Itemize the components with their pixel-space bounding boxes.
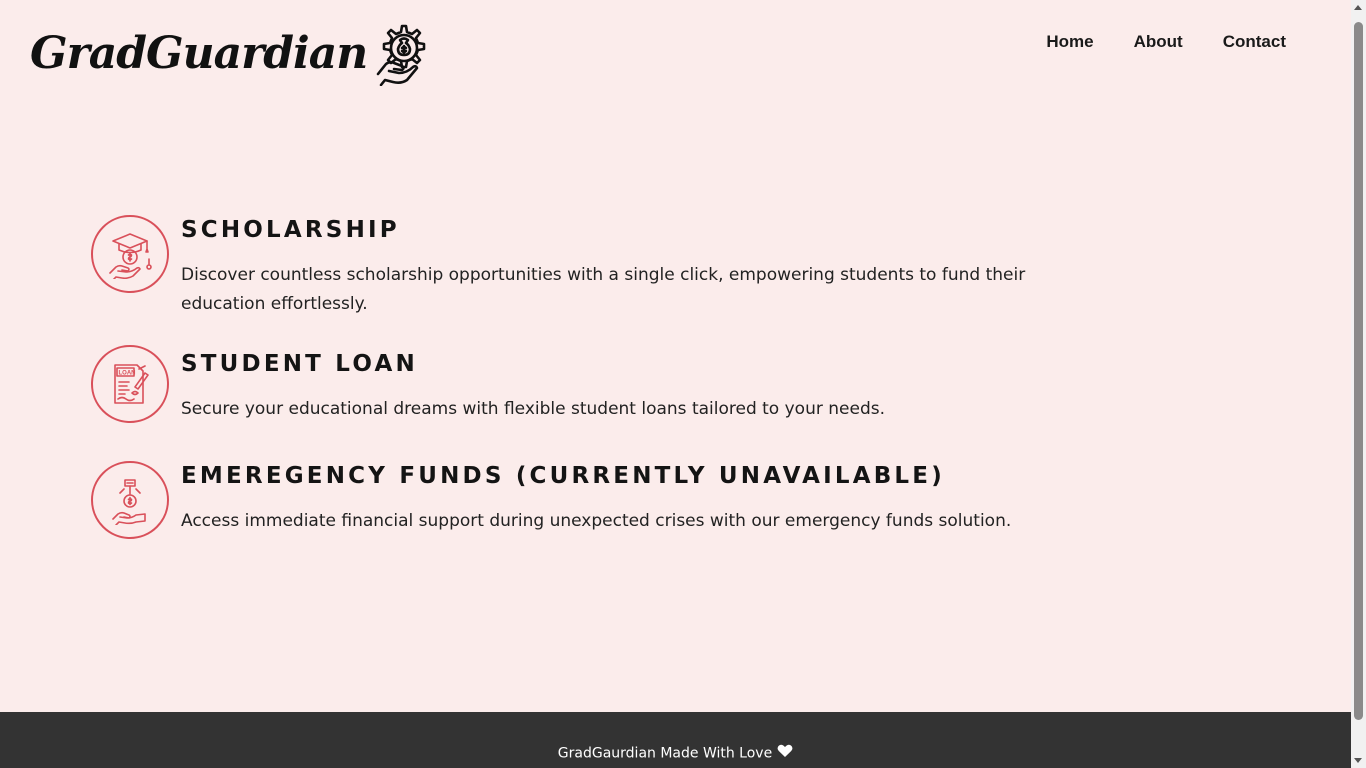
service-body: STUDENT LOAN Secure your educational dre… xyxy=(181,349,885,424)
nav-about[interactable]: About xyxy=(1134,30,1183,54)
emergency-funds-hand-icon xyxy=(91,461,169,539)
service-description: Discover countless scholarship opportuni… xyxy=(181,265,1026,314)
service-title: EMEREGENCY FUNDS (CURRENTLY UNAVAILABLE) xyxy=(181,463,945,489)
logo-text: GradGuardian xyxy=(30,28,368,79)
site-footer: GradGaurdian Made With Love xyxy=(0,712,1351,768)
scroll-thumb[interactable] xyxy=(1354,22,1363,720)
service-body: SCHOLARSHIP Discover countless scholarsh… xyxy=(181,215,1041,319)
footer-content: GradGaurdian Made With Love xyxy=(0,744,1351,763)
service-title: SCHOLARSHIP xyxy=(181,217,400,243)
nav-contact[interactable]: Contact xyxy=(1223,30,1286,54)
service-title: STUDENT LOAN xyxy=(181,351,418,377)
svg-text:LOAN: LOAN xyxy=(119,371,136,377)
scroll-down-arrow-icon[interactable] xyxy=(1354,758,1362,763)
footer-text: GradGaurdian Made With Love xyxy=(557,745,773,762)
service-description: Access immediate financial support durin… xyxy=(181,511,1012,531)
heart-icon xyxy=(777,744,793,763)
logo-link[interactable]: GradGuardian xyxy=(30,22,431,87)
loan-document-icon: LOAN xyxy=(91,345,169,423)
scroll-up-arrow-icon[interactable] xyxy=(1354,5,1362,10)
money-bag-gear-hand-icon xyxy=(373,22,431,87)
vertical-scrollbar[interactable] xyxy=(1351,0,1366,768)
service-description: Secure your educational dreams with flex… xyxy=(181,399,885,419)
service-scholarship[interactable]: SCHOLARSHIP Discover countless scholarsh… xyxy=(91,215,1041,319)
service-emergency-funds[interactable]: EMEREGENCY FUNDS (CURRENTLY UNAVAILABLE)… xyxy=(91,461,1011,539)
main-nav: Home About Contact xyxy=(1046,30,1286,54)
service-student-loan[interactable]: LOAN STUDENT LOAN Secure your educationa… xyxy=(91,345,885,424)
scholarship-cap-hand-icon xyxy=(91,215,169,293)
site-header: GradGuardian Home About Contact xyxy=(0,0,1351,105)
nav-home[interactable]: Home xyxy=(1046,30,1093,54)
page: GradGuardian Home About Contact SCHOLARS… xyxy=(0,0,1351,768)
service-body: EMEREGENCY FUNDS (CURRENTLY UNAVAILABLE)… xyxy=(181,461,1011,536)
